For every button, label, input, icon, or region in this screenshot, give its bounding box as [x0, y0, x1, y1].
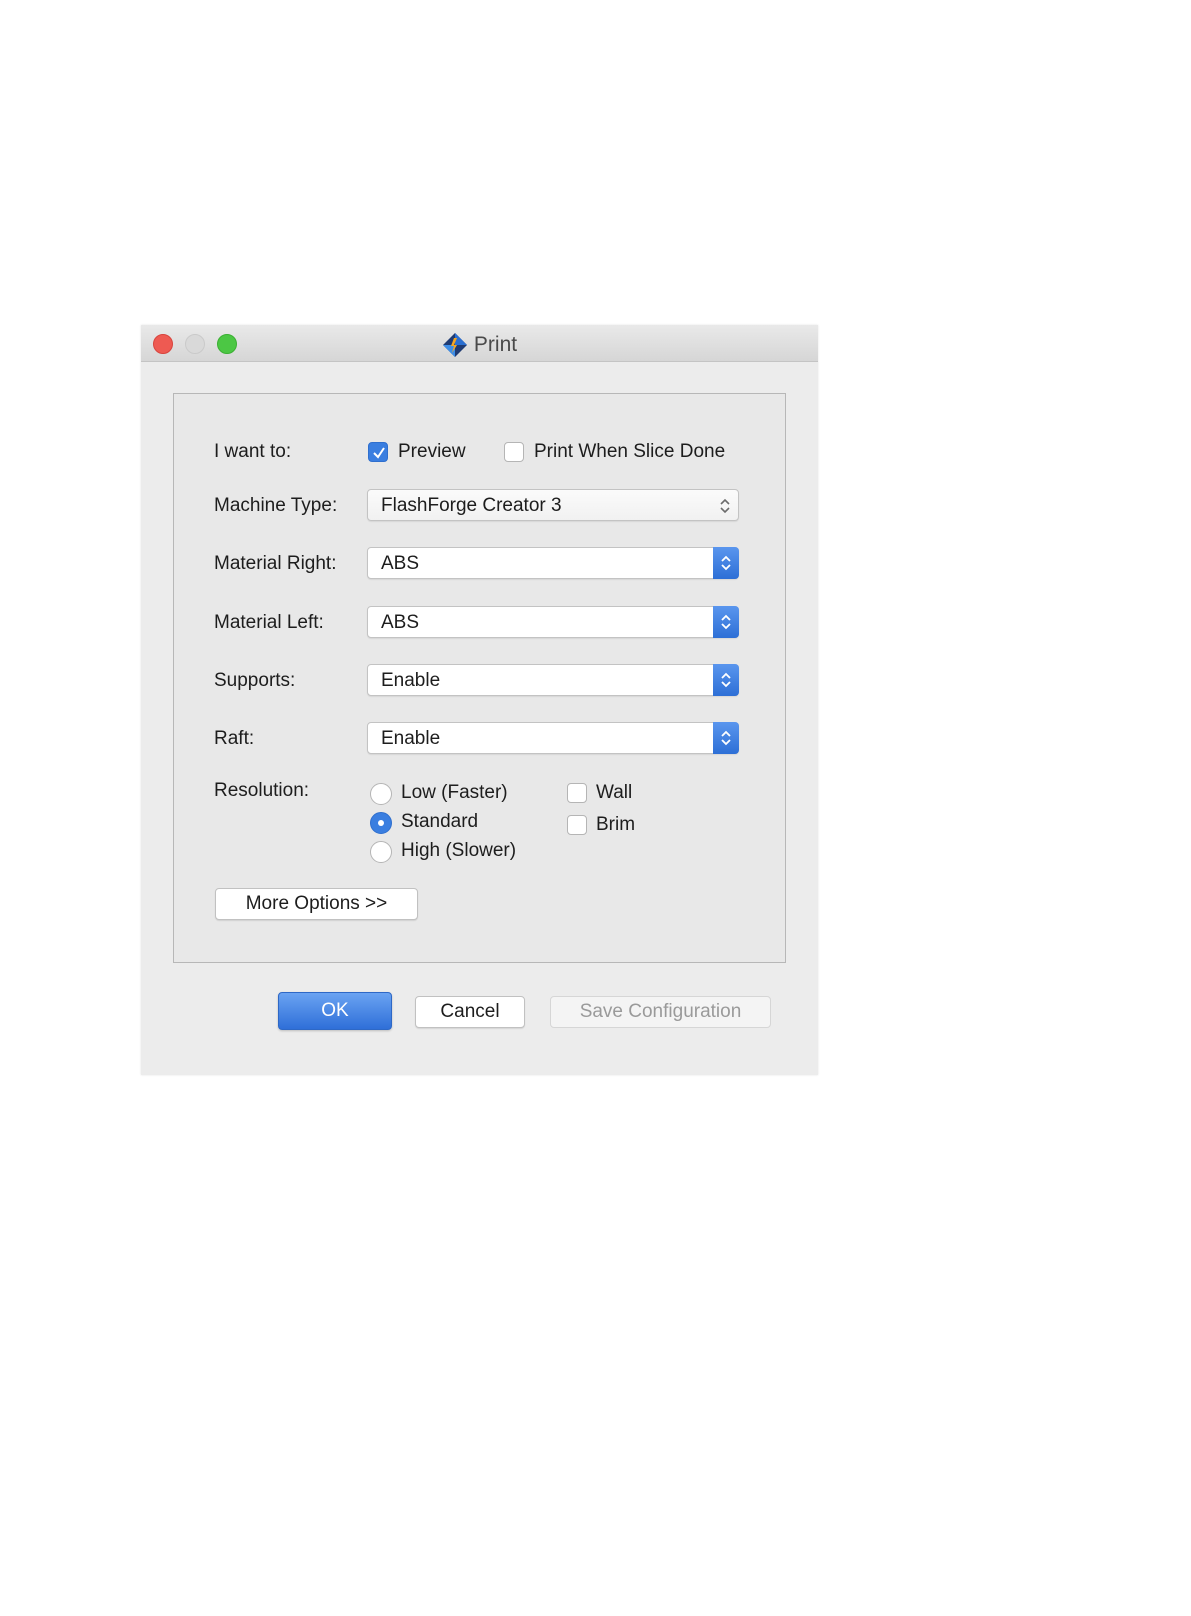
resolution-low-radio[interactable] [370, 783, 392, 805]
more-options-button[interactable]: More Options >> [215, 888, 418, 920]
ok-button[interactable]: OK [278, 992, 392, 1030]
title-bar[interactable]: Print [141, 325, 818, 362]
up-down-chevron-icon [713, 606, 739, 638]
material-right-value: ABS [381, 553, 420, 574]
resolution-high-label[interactable]: High (Slower) [401, 840, 516, 862]
up-down-chevron-icon [713, 547, 739, 579]
supports-select[interactable]: Enable [367, 664, 739, 696]
print-options-panel: I want to: Preview Print When Slice Done… [173, 393, 786, 963]
machine-type-select[interactable]: FlashForge Creator 3 [367, 489, 739, 521]
resolution-low-label[interactable]: Low (Faster) [401, 782, 508, 804]
material-right-select[interactable]: ABS [367, 547, 739, 579]
print-when-done-label[interactable]: Print When Slice Done [534, 441, 725, 463]
resolution-high-radio[interactable] [370, 841, 392, 863]
material-left-value: ABS [381, 612, 420, 633]
checkmark-icon [373, 447, 385, 459]
brim-checkbox[interactable] [567, 815, 587, 835]
wall-label[interactable]: Wall [596, 782, 632, 804]
preview-label[interactable]: Preview [398, 441, 466, 463]
up-down-chevron-icon [712, 490, 738, 520]
brim-label[interactable]: Brim [596, 814, 635, 836]
print-when-done-checkbox[interactable] [504, 442, 524, 462]
material-left-label: Material Left: [214, 612, 324, 633]
supports-label: Supports: [214, 670, 296, 691]
raft-select[interactable]: Enable [367, 722, 739, 754]
raft-label: Raft: [214, 728, 255, 749]
up-down-chevron-icon [713, 722, 739, 754]
wall-checkbox[interactable] [567, 783, 587, 803]
save-configuration-button[interactable]: Save Configuration [550, 996, 771, 1028]
window-title: Print [141, 332, 818, 358]
print-dialog: Print I want to: Preview Print When Slic… [141, 325, 818, 1075]
cancel-button[interactable]: Cancel [415, 996, 525, 1028]
resolution-standard-radio[interactable] [370, 812, 392, 834]
machine-type-label: Machine Type: [214, 495, 338, 516]
raft-value: Enable [381, 728, 441, 749]
machine-type-value: FlashForge Creator 3 [381, 495, 562, 516]
window-title-text: Print [473, 333, 518, 356]
want-label: I want to: [214, 441, 292, 462]
preview-checkbox[interactable] [368, 442, 388, 462]
supports-value: Enable [381, 670, 441, 691]
material-left-select[interactable]: ABS [367, 606, 739, 638]
material-right-label: Material Right: [214, 553, 337, 574]
resolution-standard-label[interactable]: Standard [401, 811, 478, 833]
resolution-label: Resolution: [214, 780, 310, 801]
up-down-chevron-icon [713, 664, 739, 696]
flashforge-logo-icon [442, 332, 468, 358]
